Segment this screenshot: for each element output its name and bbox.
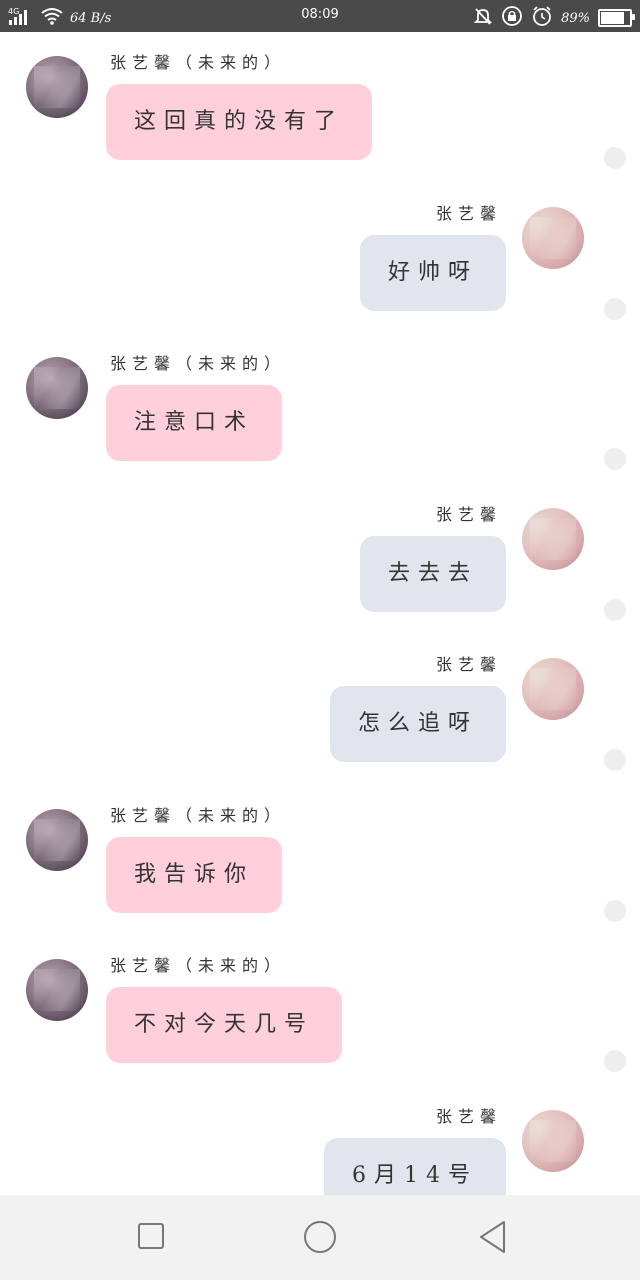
avatar[interactable] [26, 56, 88, 118]
battery-icon [598, 9, 635, 27]
message-bubble[interactable]: 这回真的没有了 [106, 84, 373, 160]
message-bubble[interactable]: 不对今天几号 [106, 987, 343, 1063]
sender-name: 张艺馨（未来的） [110, 53, 287, 72]
sender-name: 张艺馨 [435, 505, 502, 524]
back-icon[interactable] [476, 1217, 508, 1261]
sender-name: 张艺馨（未来的） [110, 956, 287, 975]
home-icon[interactable] [302, 1217, 338, 1261]
navigation-bar [0, 1195, 640, 1280]
avatar[interactable] [522, 508, 584, 570]
avatar[interactable] [26, 357, 88, 419]
sender-name: 张艺馨 [435, 655, 502, 674]
alarm-icon [531, 5, 553, 31]
avatar[interactable] [522, 207, 584, 269]
message-bubble[interactable]: 好帅呀 [359, 235, 506, 311]
sender-name: 张艺馨（未来的） [110, 354, 287, 373]
status-dot [604, 599, 626, 621]
avatar[interactable] [522, 658, 584, 720]
status-dot [604, 749, 626, 771]
sender-name: 张艺馨 [435, 204, 502, 223]
recent-apps-icon[interactable] [136, 1217, 166, 1261]
status-right: 89% [473, 5, 635, 31]
sender-name: 张艺馨 [435, 1107, 502, 1126]
avatar[interactable] [26, 959, 88, 1021]
lock-rotation-icon [501, 5, 523, 31]
message-bubble[interactable]: 注意口术 [106, 385, 283, 461]
mute-icon [473, 6, 493, 30]
status-dot [604, 298, 626, 320]
avatar[interactable] [522, 1110, 584, 1172]
message-bubble[interactable]: 去去去 [359, 536, 506, 612]
avatar[interactable] [26, 809, 88, 871]
message-bubble[interactable]: 我告诉你 [106, 837, 283, 913]
sender-name: 张艺馨（未来的） [110, 806, 287, 825]
message-bubble[interactable]: 怎么追呀 [329, 686, 506, 762]
status-dot [604, 448, 626, 470]
status-dot [604, 147, 626, 169]
status-bar: 4G 64 B/s 08:09 89% [0, 0, 640, 32]
status-dot [604, 900, 626, 922]
status-dot [604, 1050, 626, 1072]
battery-percent: 89% [561, 10, 590, 26]
